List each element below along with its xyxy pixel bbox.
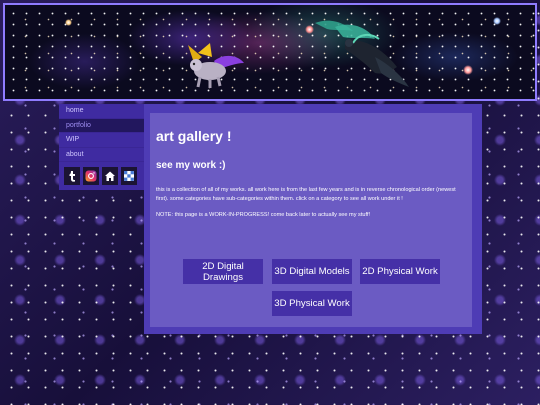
page-title: art gallery ! (156, 128, 232, 144)
social-links (59, 162, 144, 190)
sidebar-item-home[interactable]: home (59, 104, 144, 119)
checker-link[interactable] (121, 167, 137, 185)
tumblr-icon (69, 171, 75, 182)
content-panel: art gallery ! see my work :) this is a c… (150, 113, 472, 327)
sidebar-item-portfolio[interactable]: portfolio (59, 118, 144, 133)
wip-note: NOTE: this page is a WORK-IN-PROGRESS! c… (156, 212, 371, 218)
sidebar-item-about[interactable]: about (59, 148, 144, 162)
page-subtitle: see my work :) (156, 160, 226, 171)
sidebar-item-wip[interactable]: WIP (59, 133, 144, 148)
sidebar-nav: home portfolio WIP about (59, 104, 144, 190)
banner-star (65, 19, 72, 26)
banner-star (463, 65, 473, 75)
instagram-icon (85, 170, 97, 182)
banner (3, 3, 537, 101)
dragon-illustration (315, 20, 409, 87)
home-link[interactable] (102, 167, 118, 185)
content-frame: art gallery ! see my work :) this is a c… (144, 104, 482, 334)
category-button-3d-digital[interactable]: 3D Digital Models (272, 259, 352, 284)
tumblr-link[interactable] (64, 167, 80, 185)
checker-icon (124, 171, 134, 181)
house-icon (105, 171, 115, 181)
category-button-2d-physical[interactable]: 2D Physical Work (360, 259, 440, 284)
instagram-link[interactable] (83, 167, 99, 185)
winged-creature-illustration (188, 43, 244, 88)
banner-star (493, 17, 501, 25)
category-button-2d-digital[interactable]: 2D Digital Drawings (183, 259, 263, 284)
banner-starfield (5, 5, 535, 99)
intro-paragraph: this is a collection of all of my works.… (156, 187, 456, 202)
category-button-3d-physical[interactable]: 3D Physical Work (272, 291, 352, 316)
